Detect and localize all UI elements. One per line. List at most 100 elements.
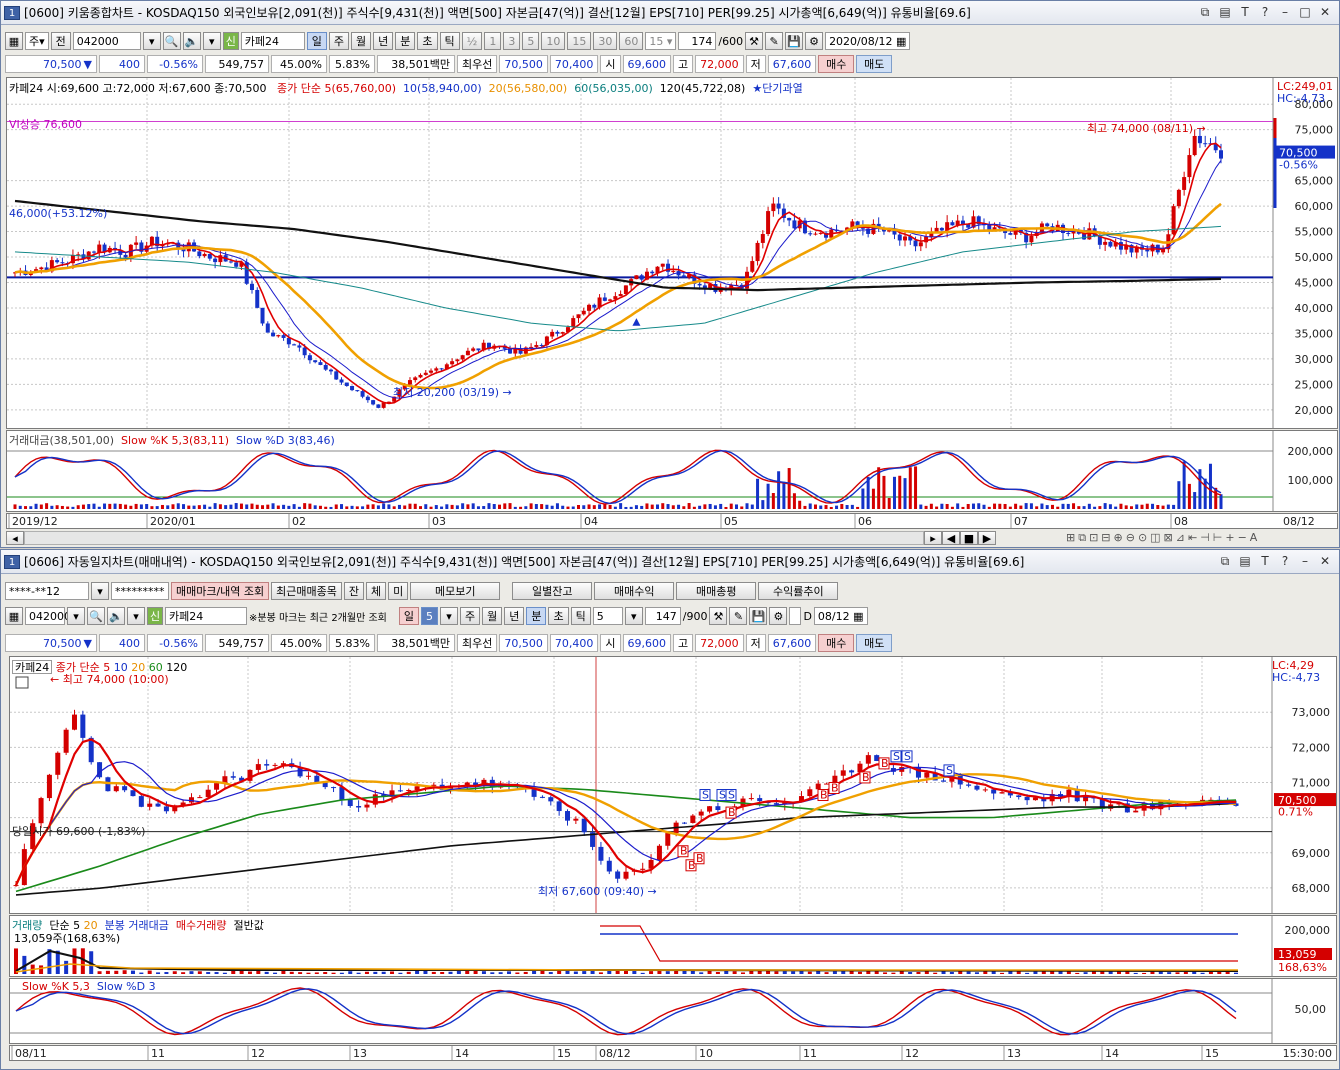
menu-icon[interactable]: ▦ (5, 607, 23, 625)
interval-60[interactable]: 60 (619, 32, 644, 50)
count-input[interactable]: 174 (678, 32, 717, 50)
memo-button[interactable]: 메모보기 (410, 582, 501, 600)
tile-icon[interactable]: ▤ (1237, 554, 1253, 569)
recent-stocks-button[interactable]: 최근매매종목 (271, 582, 342, 600)
dropdown-icon[interactable]: ▾ (624, 607, 643, 625)
tab-month[interactable]: 월 (351, 32, 372, 50)
tab-second[interactable]: 초 (548, 607, 569, 625)
dir-select[interactable]: 주 ▾ (25, 32, 49, 50)
date-input[interactable]: 08/12 ▦ (813, 607, 868, 625)
save-icon[interactable]: 💾 (785, 32, 804, 50)
search-icon[interactable]: 🔍 (87, 607, 105, 625)
interval-select[interactable]: 15 ▾ (645, 32, 677, 50)
stochastic-chart[interactable]: 50,00 (10, 979, 1336, 1043)
trade-mark-button[interactable]: 매매마크/내역 조회 (171, 582, 270, 600)
play-forward-icon[interactable]: ▶ (978, 531, 996, 545)
text-tool-icon[interactable]: T (1237, 5, 1253, 20)
indicator-panel[interactable]: 200,000 100,000 거래대금(38,501,00) Slow %K 5… (6, 430, 1338, 512)
sell-button[interactable]: 매도 (856, 634, 893, 652)
interval-5[interactable]: 5 (522, 32, 540, 50)
count-input[interactable]: 147 (644, 607, 681, 625)
interval-half[interactable]: ½ (461, 32, 483, 50)
minimize-icon[interactable]: – (1297, 554, 1313, 569)
help-icon[interactable]: ? (1277, 554, 1293, 569)
dropdown-icon[interactable]: ▾ (202, 32, 221, 50)
window-titlebar[interactable]: 1 [0600] 키움종합차트 - KOSDAQ150 외국인보유[2,091(… (1, 1, 1339, 25)
speaker-icon[interactable]: 🔈 (182, 32, 201, 50)
window-titlebar[interactable]: 1 [0606] 자동일지차트(매매내역) - KOSDAQ150 외국인보유[… (1, 550, 1339, 574)
dropdown-icon[interactable]: ▾ (142, 32, 161, 50)
dropdown-icon[interactable]: ▾ (439, 607, 458, 625)
dropdown-icon[interactable]: ▾ (91, 582, 109, 600)
interval-15[interactable]: 15 (567, 32, 592, 50)
date-checkbox[interactable] (789, 607, 802, 625)
trade-profit-button[interactable]: 매매수익 (594, 582, 675, 600)
maximize-icon[interactable]: □ (1297, 5, 1313, 20)
menu-icon[interactable]: ▦ (5, 32, 23, 50)
interval-30[interactable]: 30 (593, 32, 618, 50)
close-icon[interactable]: ✕ (1317, 554, 1333, 569)
chart-tool-icons[interactable]: ⊞⧉⊡⊟⊕⊖⊙◫⊠⊿⇤⊣⊢+−Α (1066, 531, 1260, 545)
stock-code-input[interactable]: 042000 (72, 32, 141, 50)
settings-icon[interactable]: ⚙ (769, 607, 788, 625)
tab-day[interactable]: 일 (306, 32, 327, 50)
stop-icon[interactable]: ■ (960, 531, 978, 545)
trade-review-button[interactable]: 매매총평 (676, 582, 757, 600)
tab-5[interactable]: 5 (420, 607, 438, 625)
tab-second[interactable]: 초 (417, 32, 438, 50)
interval-1[interactable]: 1 (484, 32, 502, 50)
tab-tick[interactable]: 틱 (439, 32, 460, 50)
dropdown-icon[interactable]: ▾ (127, 607, 145, 625)
restore-icon[interactable]: ⧉ (1197, 5, 1213, 20)
executed-tab[interactable]: 체 (366, 582, 387, 600)
settings-icon[interactable]: ⚙ (805, 32, 824, 50)
save-icon[interactable]: 💾 (749, 607, 768, 625)
dropdown-icon[interactable]: ▾ (67, 607, 85, 625)
tab-minute[interactable]: 분 (526, 607, 547, 625)
password-input[interactable]: ********* (111, 582, 169, 600)
tile-icon[interactable]: ▤ (1217, 5, 1233, 20)
buy-button[interactable]: 매수 (818, 634, 855, 652)
scroll-right-icon[interactable]: ▸ (924, 531, 942, 545)
tools-icon[interactable]: ⚒ (709, 607, 728, 625)
scroll-left-icon[interactable]: ◂ (6, 531, 24, 545)
interval-3[interactable]: 3 (503, 32, 521, 50)
return-trend-button[interactable]: 수익률추이 (758, 582, 839, 600)
stock-code-input[interactable]: 042000 (25, 607, 71, 625)
balance-tab[interactable]: 잔 (343, 582, 365, 600)
tab-month[interactable]: 월 (482, 607, 503, 625)
price-chart-panel[interactable]: 80,000 75,000 65,000 60,000 55,000 50,000 45,0… (6, 77, 1338, 429)
interval-input[interactable]: 5 (592, 607, 623, 625)
sell-button[interactable]: 매도 (856, 55, 893, 73)
tab-year[interactable]: 년 (504, 607, 525, 625)
daily-balance-button[interactable]: 일별잔고 (512, 582, 593, 600)
restore-icon[interactable]: ⧉ (1217, 554, 1233, 569)
tab-tick[interactable]: 틱 (570, 607, 591, 625)
help-icon[interactable]: ? (1257, 5, 1273, 20)
minimize-icon[interactable]: – (1277, 5, 1293, 20)
prev-button[interactable]: 전 (50, 32, 71, 50)
play-back-icon[interactable]: ◀ (942, 531, 960, 545)
buy-button[interactable]: 매수 (818, 55, 855, 73)
account-select[interactable]: ****-**12 (5, 582, 89, 600)
tab-minute[interactable]: 분 (395, 32, 416, 50)
tab-year[interactable]: 년 (373, 32, 394, 50)
minute-price-chart[interactable]: 73,00072,00071,00069,00068,00070,5000.71… (10, 657, 1336, 913)
interval-10[interactable]: 10 (541, 32, 566, 50)
draw-icon[interactable]: ✎ (729, 607, 748, 625)
tab-week[interactable]: 주 (328, 32, 350, 50)
search-icon[interactable]: 🔍 (162, 32, 181, 50)
date-input[interactable]: 2020/08/12 ▦ (825, 32, 911, 50)
volume-panel[interactable]: 200,000 13,059 168,63% 거래량 단순 5 20 분봉 거래대금… (9, 915, 1337, 977)
tab-day[interactable]: 일 (398, 607, 419, 625)
unexecuted-tab[interactable]: 미 (388, 582, 409, 600)
close-icon[interactable]: ✕ (1317, 5, 1333, 20)
tools-icon[interactable]: ⚒ (745, 32, 764, 50)
text-tool-icon[interactable]: T (1257, 554, 1273, 569)
minute-price-panel[interactable]: 73,000 72,000 71,000 69,000 68,000 70,500 0.71… (9, 656, 1337, 914)
draw-icon[interactable]: ✎ (765, 32, 784, 50)
scrollbar[interactable] (24, 531, 924, 545)
tab-week[interactable]: 주 (459, 607, 481, 625)
stochastic-panel[interactable]: 50,00 Slow %K 5,3 Slow %D 3 (9, 978, 1337, 1044)
speaker-icon[interactable]: 🔈 (107, 607, 125, 625)
